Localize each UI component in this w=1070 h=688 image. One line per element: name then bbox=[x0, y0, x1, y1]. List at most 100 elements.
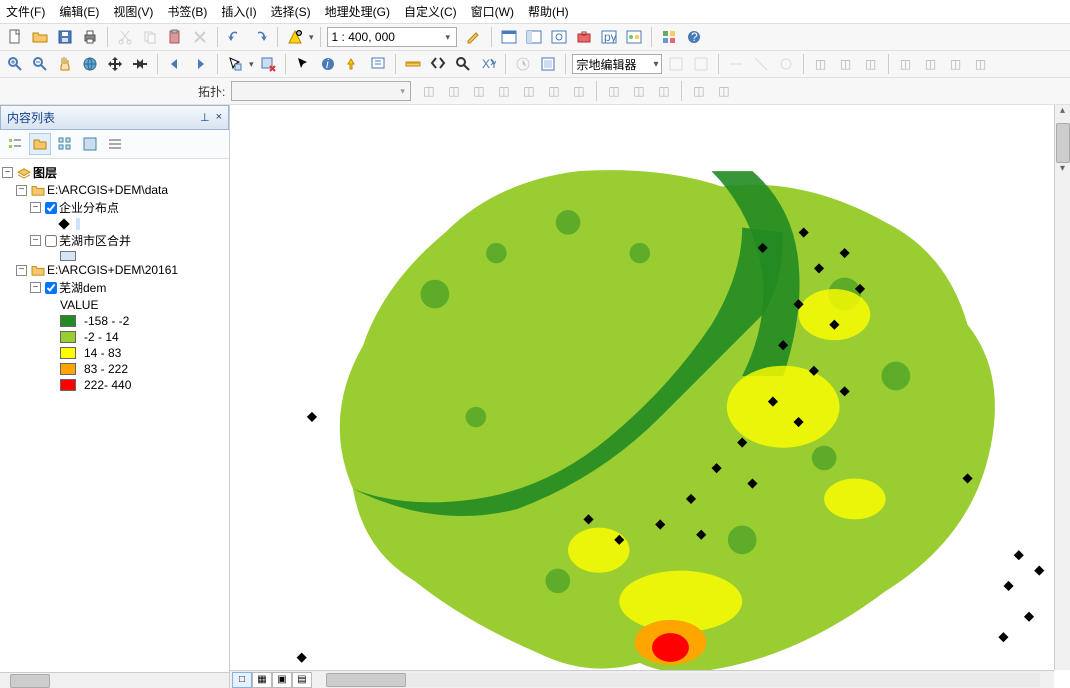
measure-icon[interactable] bbox=[402, 53, 424, 75]
pin-icon[interactable]: ⊥ bbox=[200, 111, 210, 124]
editor-toolbar-icon[interactable] bbox=[463, 26, 485, 48]
layer-city-label[interactable]: 芜湖市区合并 bbox=[59, 232, 131, 249]
collapse-icon[interactable]: − bbox=[16, 265, 27, 276]
extensions-icon[interactable] bbox=[658, 26, 680, 48]
map-vertical-scrollbar[interactable] bbox=[1054, 105, 1070, 670]
parcel-tool-3-icon bbox=[725, 53, 747, 75]
tree-group-label[interactable]: E:\ARCGIS+DEM\data bbox=[47, 183, 168, 197]
save-icon[interactable] bbox=[54, 26, 76, 48]
redo-icon[interactable] bbox=[249, 26, 271, 48]
paste-icon[interactable] bbox=[164, 26, 186, 48]
toc-options-icon[interactable] bbox=[104, 133, 126, 155]
chevron-down-icon[interactable]: ▾ bbox=[446, 32, 451, 43]
collapse-icon[interactable]: − bbox=[2, 167, 13, 178]
tree-group-label[interactable]: E:\ARCGIS+DEM\20161 bbox=[47, 263, 178, 277]
model-builder-icon[interactable] bbox=[623, 26, 645, 48]
collapse-icon[interactable]: − bbox=[30, 282, 41, 293]
menu-edit[interactable]: 编辑(E) bbox=[59, 3, 99, 20]
menu-window[interactable]: 窗口(W) bbox=[471, 3, 514, 20]
toc-horizontal-scrollbar[interactable] bbox=[0, 672, 229, 688]
goto-xy-icon[interactable]: XY bbox=[477, 53, 499, 75]
map-view[interactable]: □ ▦ ▣ ▤ bbox=[230, 105, 1070, 688]
help-icon[interactable]: ? bbox=[683, 26, 705, 48]
topo-tool-11-icon: ◫ bbox=[688, 80, 710, 102]
select-features-icon[interactable] bbox=[224, 53, 246, 75]
polygon-symbol-icon[interactable] bbox=[60, 251, 76, 261]
map-scale-input[interactable] bbox=[327, 27, 457, 47]
topo-tool-8-icon: ◫ bbox=[603, 80, 625, 102]
find-icon[interactable] bbox=[427, 53, 449, 75]
separator bbox=[157, 54, 158, 74]
toolbox-window-icon[interactable] bbox=[573, 26, 595, 48]
parcel-editor-combo[interactable]: 宗地编辑器 bbox=[572, 54, 662, 74]
close-icon[interactable]: × bbox=[216, 111, 222, 124]
list-by-source-icon[interactable] bbox=[29, 133, 51, 155]
clear-selection-icon[interactable] bbox=[257, 53, 279, 75]
pointer-icon[interactable] bbox=[292, 53, 314, 75]
pan-icon[interactable] bbox=[54, 53, 76, 75]
collapse-icon[interactable]: − bbox=[30, 202, 41, 213]
menu-selection[interactable]: 选择(S) bbox=[271, 3, 311, 20]
search-window-icon[interactable] bbox=[548, 26, 570, 48]
menu-file[interactable]: 文件(F) bbox=[6, 3, 45, 20]
toc-tree[interactable]: − 图层 − E:\ARCGIS+DEM\data − 企业分布点 − bbox=[0, 159, 229, 672]
menu-customize[interactable]: 自定义(C) bbox=[404, 3, 457, 20]
zoom-in-icon[interactable] bbox=[4, 53, 26, 75]
layout-view-tab[interactable]: ▦ bbox=[252, 672, 272, 688]
menu-help[interactable]: 帮助(H) bbox=[528, 3, 569, 20]
hyperlink-icon[interactable] bbox=[342, 53, 364, 75]
layer-points-label[interactable]: 企业分布点 bbox=[59, 199, 119, 216]
layer-visibility-checkbox[interactable] bbox=[45, 282, 57, 294]
list-by-selection-icon[interactable] bbox=[79, 133, 101, 155]
add-data-icon[interactable] bbox=[284, 26, 306, 48]
class-swatch[interactable] bbox=[60, 331, 76, 343]
pause-tab[interactable]: ▤ bbox=[292, 672, 312, 688]
layer-dem-label[interactable]: 芜湖dem bbox=[59, 279, 106, 296]
undo-icon[interactable] bbox=[224, 26, 246, 48]
point-symbol-icon[interactable] bbox=[58, 218, 69, 229]
tree-root-label[interactable]: 图层 bbox=[33, 164, 57, 181]
class-swatch[interactable] bbox=[60, 315, 76, 327]
layer-visibility-checkbox[interactable] bbox=[45, 235, 57, 247]
class-swatch[interactable] bbox=[60, 363, 76, 375]
chevron-down-icon[interactable]: ▾ bbox=[309, 32, 314, 43]
python-window-icon[interactable]: py bbox=[598, 26, 620, 48]
refresh-tab[interactable]: ▣ bbox=[272, 672, 292, 688]
fixed-zoom-in-icon[interactable] bbox=[104, 53, 126, 75]
menu-geoprocessing[interactable]: 地理处理(G) bbox=[325, 3, 390, 20]
identify-icon[interactable]: i bbox=[317, 53, 339, 75]
toc-window-icon[interactable] bbox=[498, 26, 520, 48]
open-icon[interactable] bbox=[29, 26, 51, 48]
catalog-window-icon[interactable] bbox=[523, 26, 545, 48]
menu-insert[interactable]: 插入(I) bbox=[221, 3, 256, 20]
collapse-icon[interactable]: − bbox=[16, 185, 27, 196]
html-popup-icon[interactable] bbox=[367, 53, 389, 75]
topology-combo[interactable] bbox=[231, 81, 411, 101]
topo-tool-12-icon: ◫ bbox=[713, 80, 735, 102]
viewer-window-icon[interactable] bbox=[537, 53, 559, 75]
separator bbox=[107, 27, 108, 47]
full-extent-icon[interactable] bbox=[79, 53, 101, 75]
class-swatch[interactable] bbox=[60, 379, 76, 391]
collapse-icon[interactable]: − bbox=[30, 235, 41, 246]
data-view-tab[interactable]: □ bbox=[232, 672, 252, 688]
map-canvas[interactable] bbox=[230, 105, 1070, 688]
class-swatch[interactable] bbox=[60, 347, 76, 359]
topology-label: 拓扑: bbox=[198, 83, 225, 100]
prev-extent-icon[interactable] bbox=[164, 53, 186, 75]
topo-tool-10-icon: ◫ bbox=[653, 80, 675, 102]
next-extent-icon[interactable] bbox=[189, 53, 211, 75]
find-route-icon[interactable] bbox=[452, 53, 474, 75]
separator bbox=[491, 27, 492, 47]
fixed-zoom-out-icon[interactable] bbox=[129, 53, 151, 75]
list-by-drawing-order-icon[interactable] bbox=[4, 133, 26, 155]
menu-bookmarks[interactable]: 书签(B) bbox=[167, 3, 207, 20]
list-by-visibility-icon[interactable] bbox=[54, 133, 76, 155]
new-doc-icon[interactable] bbox=[4, 26, 26, 48]
zoom-out-icon[interactable] bbox=[29, 53, 51, 75]
layer-visibility-checkbox[interactable] bbox=[45, 202, 57, 214]
chevron-down-icon[interactable]: ▾ bbox=[249, 59, 254, 70]
print-icon[interactable] bbox=[79, 26, 101, 48]
map-horizontal-scrollbar[interactable] bbox=[326, 673, 1040, 687]
menu-view[interactable]: 视图(V) bbox=[113, 3, 153, 20]
